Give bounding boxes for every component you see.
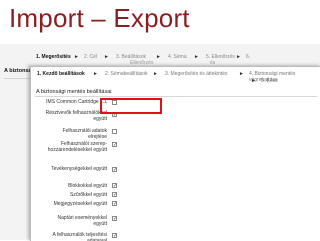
bg-arrow-2: ► bbox=[104, 54, 109, 60]
setting-label-participants: Résztvevők felhasználókkal együtt bbox=[45, 110, 107, 122]
arrow-right-icon: ► bbox=[153, 71, 158, 77]
highlight-box bbox=[100, 98, 162, 114]
step-complete[interactable]: 5. Kész bbox=[261, 78, 278, 84]
checkbox-blocks[interactable]: ✓ bbox=[112, 183, 117, 189]
checkbox-role-assignments[interactable]: ✓ bbox=[112, 142, 117, 148]
step-perform-backup[interactable]: 4. Biztonsági mentés végrehajtása bbox=[249, 71, 317, 83]
bg-arrow-4: ► bbox=[194, 54, 199, 60]
slide-title: Import – Export bbox=[9, 3, 190, 33]
checkbox-filters[interactable]: ✓ bbox=[112, 192, 117, 198]
bg-arrow-5: ► bbox=[236, 54, 241, 60]
setting-label-filters: Szűrőkkel együtt bbox=[70, 192, 107, 198]
section-divider bbox=[35, 96, 317, 97]
checkbox-anonymize[interactable] bbox=[112, 129, 117, 134]
setting-label-activities: Tevékenységekkel együtt bbox=[51, 166, 107, 172]
bg-arrow-1: ► bbox=[74, 54, 79, 60]
step-initial-settings[interactable]: 1. Kezdő beállítások bbox=[37, 71, 85, 77]
arrow-right-icon: ► bbox=[251, 78, 256, 84]
bg-step-1[interactable]: 1. Megerősítés bbox=[36, 54, 71, 60]
step-confirm-review[interactable]: 3. Megerősítés és áttekintés bbox=[165, 71, 228, 77]
setting-label-ims-cc: IMS Common Cartridge 1.1 bbox=[46, 99, 107, 105]
setting-label-anonymize: Felhasználói adatok elrejtése bbox=[62, 128, 107, 140]
setting-label-role-assignments: Felhasználói szerep-hozzárendelésekkel e… bbox=[47, 141, 107, 153]
setting-label-blocks: Blokkokkal együtt bbox=[68, 183, 107, 189]
bg-arrow-3: ► bbox=[156, 54, 161, 60]
bg-step-6[interactable]: 6. bbox=[246, 54, 250, 60]
checkbox-activities[interactable]: ✓ bbox=[112, 167, 117, 173]
arrow-right-icon: ► bbox=[93, 71, 98, 77]
checkbox-completion-data[interactable]: ✓ bbox=[112, 233, 117, 239]
setting-label-calendar-events: Naptári eseményekkel együtt bbox=[57, 215, 107, 227]
step-schema-settings[interactable]: 2. Sémabeállítások bbox=[105, 71, 148, 77]
checkbox-calendar-events[interactable]: ✓ bbox=[112, 216, 117, 222]
backup-settings-panel: 1. Kezdő beállítások ► 2. Sémabeállításo… bbox=[30, 66, 320, 241]
bg-step-4[interactable]: 4. Séma bbox=[168, 54, 187, 60]
section-title: A biztonsági mentés beállításai bbox=[36, 89, 112, 95]
checkbox-comments[interactable]: ✓ bbox=[112, 201, 117, 207]
bg-step-2[interactable]: 2. Cél bbox=[84, 54, 97, 60]
arrow-right-icon: ► bbox=[239, 71, 244, 77]
setting-label-comments: Megjegyzésekkel együtt bbox=[53, 201, 107, 207]
